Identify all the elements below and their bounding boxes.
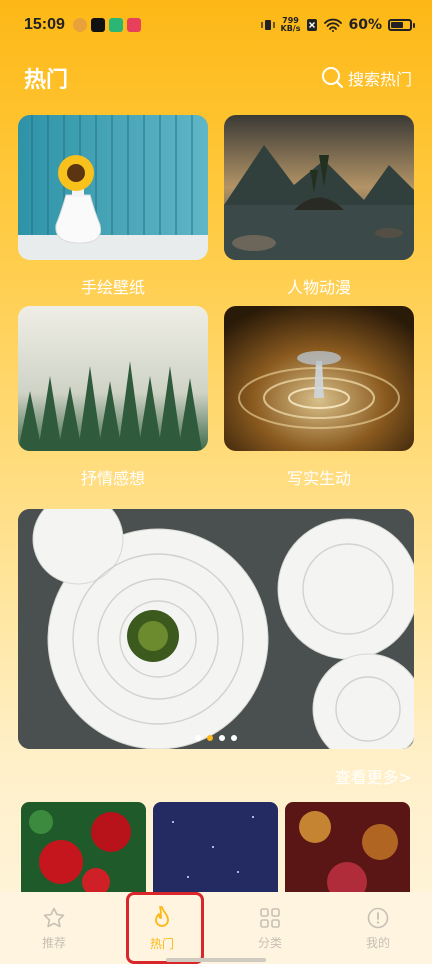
water-droplet-image (224, 306, 414, 451)
nav-label: 推荐 (41, 935, 66, 950)
wallpaper-thumb-roses[interactable] (21, 802, 146, 896)
category-card-anime[interactable]: 人物动漫 (224, 115, 414, 298)
flame-icon (155, 905, 169, 927)
app-notification-icon (126, 18, 141, 32)
app-header: 热门 搜索热门 (0, 50, 432, 106)
app-notification-icon (72, 18, 87, 32)
search-label: 搜索热门 (347, 70, 412, 89)
carousel-dots (195, 735, 237, 741)
app-notification-icon (108, 18, 123, 32)
carousel-dot[interactable] (219, 735, 225, 741)
home-indicator[interactable] (166, 958, 266, 962)
page-title: 热门 (24, 68, 69, 93)
wallpaper-thumb-bokeh[interactable] (285, 802, 410, 896)
carousel-dot-active[interactable] (207, 735, 213, 741)
nav-label: 热门 (149, 936, 174, 951)
nav-label: 分类 (257, 935, 282, 950)
vibrate-icon (260, 20, 275, 30)
status-app-icons (72, 18, 141, 32)
sunflower-vase-image (18, 115, 208, 260)
category-label: 手绘壁纸 (80, 278, 145, 297)
grid-icon (260, 907, 280, 928)
category-card-lyrical[interactable]: 抒情感想 (18, 306, 208, 489)
network-speed: 799 KB/s (280, 16, 301, 33)
nav-item-recommend[interactable]: 推荐 (14, 906, 94, 951)
wallpaper-thumb-night-sky[interactable] (153, 802, 278, 896)
carousel-dot[interactable] (195, 735, 201, 741)
star-icon (43, 907, 65, 927)
nav-item-hot[interactable]: 热门 (122, 905, 202, 952)
search-icon (321, 67, 344, 89)
search-button[interactable]: 搜索热门 (321, 66, 412, 90)
see-more-link[interactable]: 查看更多> (335, 764, 412, 788)
profile-icon (367, 907, 389, 928)
misty-forest-image (18, 306, 208, 451)
nav-item-mine[interactable]: 我的 (338, 906, 418, 951)
battery-percent: 60% (348, 17, 382, 33)
category-label: 人物动漫 (286, 278, 351, 297)
status-time: 15:09 (24, 16, 65, 33)
status-bar: 15:09 799 KB/s 60% (0, 0, 432, 50)
category-label: 写实生动 (286, 469, 351, 488)
wifi-icon (324, 18, 343, 32)
nav-label: 我的 (365, 935, 390, 950)
banner-carousel[interactable] (18, 509, 414, 749)
category-card-realistic[interactable]: 写实生动 (224, 306, 414, 489)
chrysanthemum-image (18, 509, 414, 749)
category-card-hand-drawn[interactable]: 手绘壁纸 (18, 115, 208, 298)
bottom-navigation: 推荐 热门 分类 我的 (0, 892, 432, 964)
sim-off-icon (307, 19, 318, 31)
mountain-lake-image (224, 115, 414, 260)
tiktok-icon (90, 18, 105, 32)
carousel-dot[interactable] (231, 735, 237, 741)
category-label: 抒情感想 (80, 469, 145, 488)
status-indicators: 799 KB/s 60% (260, 16, 415, 33)
battery-icon (388, 19, 415, 31)
nav-item-category[interactable]: 分类 (230, 906, 310, 951)
